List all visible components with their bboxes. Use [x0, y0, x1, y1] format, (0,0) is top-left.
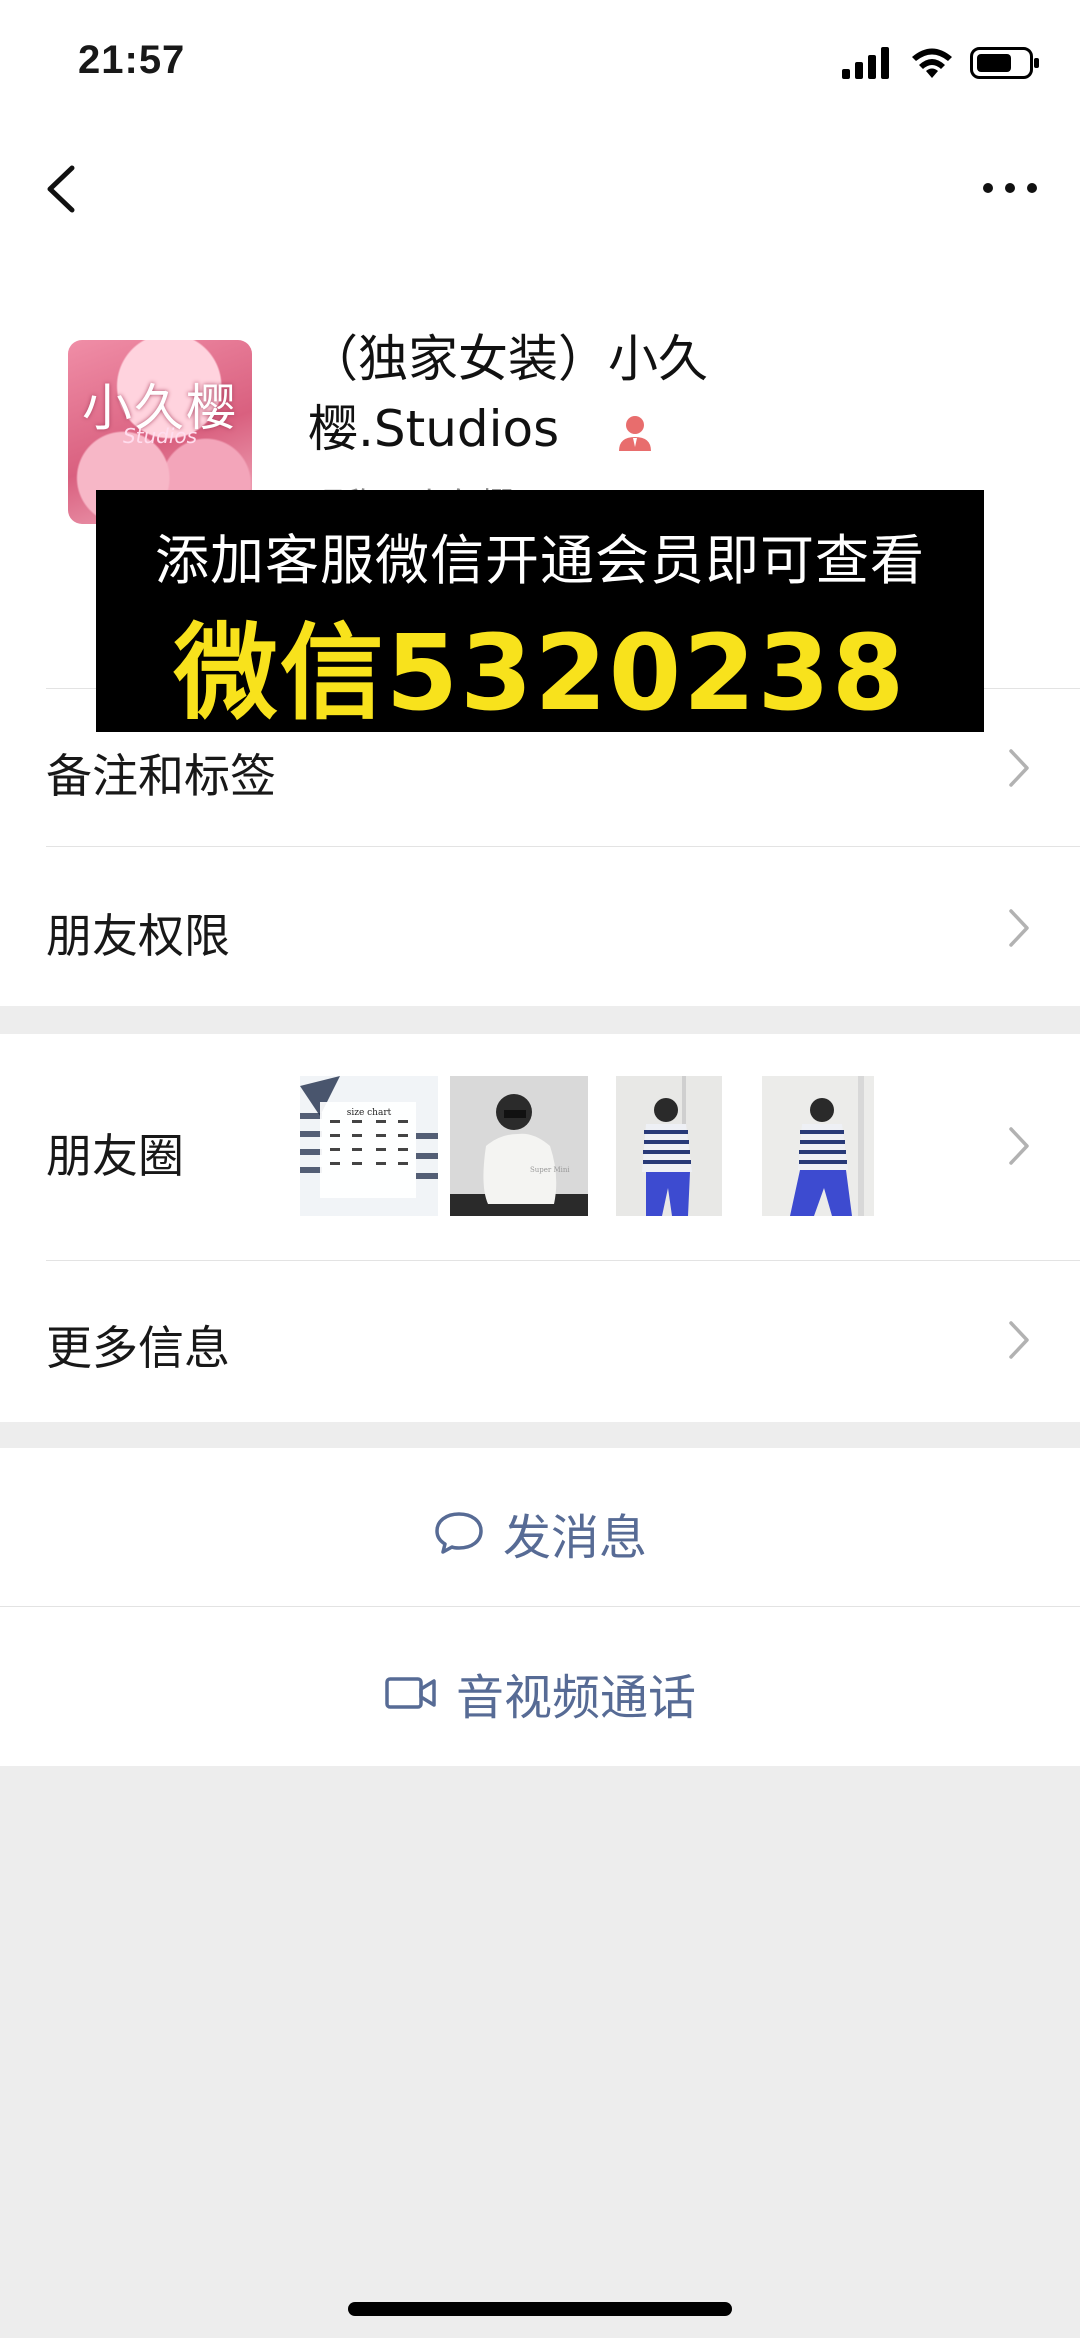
moments-thumbnail[interactable]	[616, 1076, 722, 1216]
more-info-label: 更多信息	[46, 1321, 230, 1375]
chevron-right-icon	[1009, 909, 1029, 947]
video-camera-icon	[385, 1677, 436, 1709]
battery-icon	[970, 47, 1039, 79]
send-message-label: 发消息	[502, 1510, 647, 1566]
thumb-caption: Super Mini	[530, 1166, 570, 1174]
thumb-caption: size chart	[347, 1108, 392, 1118]
status-icons	[842, 46, 1040, 80]
avatar-logo-subtext: Studios	[122, 424, 198, 448]
send-message-button[interactable]: 发消息	[0, 1448, 1080, 1606]
promo-line-2: 微信5320238	[173, 612, 907, 734]
av-call-button[interactable]: 音视频通话	[0, 1608, 1080, 1766]
status-time: 21:57	[78, 38, 186, 82]
photo-image	[616, 1076, 722, 1216]
remarks-tags-label: 备注和标签	[46, 749, 276, 803]
moments-thumbnail[interactable]: size chart	[300, 1076, 438, 1216]
back-arrow-icon[interactable]	[36, 158, 90, 220]
promo-line-1: 添加客服微信开通会员即可查看	[155, 529, 925, 592]
moments-thumbnail[interactable]: Super Mini	[450, 1076, 588, 1216]
message-bubble-icon	[435, 1512, 483, 1554]
wifi-icon	[912, 48, 952, 78]
chevron-right-icon	[1009, 1127, 1029, 1165]
divider	[0, 1606, 1080, 1607]
person-icon	[619, 415, 652, 451]
chevron-right-icon	[1009, 1321, 1029, 1359]
size-chart-image: size chart	[300, 1076, 438, 1216]
signal-icon	[842, 47, 889, 79]
profile-name: （独家女装）小久樱.Studios	[308, 324, 828, 464]
av-call-label: 音视频通话	[455, 1670, 696, 1726]
friend-permissions-label: 朋友权限	[46, 909, 230, 963]
promo-banner: 添加客服微信开通会员即可查看 微信5320238	[96, 490, 984, 734]
friend-permissions-row[interactable]: 朋友权限	[0, 858, 1080, 1006]
divider	[46, 846, 1080, 847]
chevron-right-icon	[1009, 749, 1029, 787]
moments-label: 朋友圈	[46, 1129, 184, 1183]
home-indicator[interactable]	[348, 2302, 732, 2316]
more-icon[interactable]	[980, 176, 1040, 200]
photo-image: Super Mini	[450, 1076, 588, 1216]
divider	[46, 1260, 1080, 1261]
moments-thumbnail[interactable]	[762, 1076, 874, 1216]
more-info-row[interactable]: 更多信息	[0, 1262, 1080, 1422]
photo-image	[762, 1076, 874, 1216]
